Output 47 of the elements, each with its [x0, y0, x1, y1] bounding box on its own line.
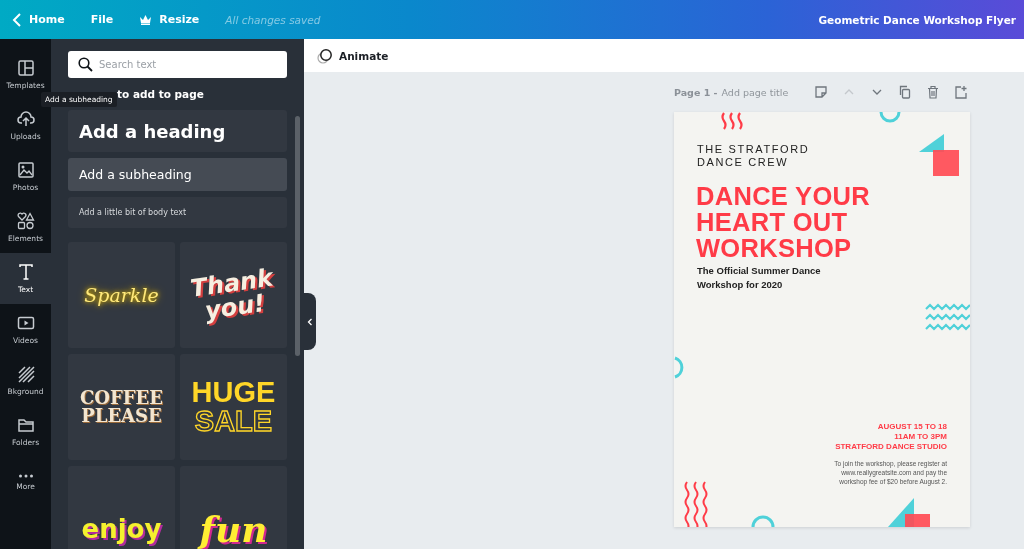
- page-number: Page 1 -: [674, 86, 718, 98]
- add-subheading-button[interactable]: Add a subheading: [68, 158, 287, 191]
- text-style-tile[interactable]: HUGE SALE: [180, 354, 287, 460]
- document-title[interactable]: Geometric Dance Workshop Flyer: [818, 13, 1016, 26]
- ring-drawing: [751, 515, 775, 527]
- panel-title: to add to page: [117, 88, 204, 100]
- save-status: All changes saved: [225, 13, 321, 26]
- text-style-tile[interactable]: Sparkle: [68, 242, 175, 348]
- text-style-tile[interactable]: fun: [180, 466, 287, 549]
- chevron-left-icon: [12, 12, 22, 27]
- more-icon: [16, 474, 35, 478]
- collapse-panel-handle[interactable]: [304, 293, 316, 350]
- animate-button[interactable]: Animate: [317, 47, 389, 64]
- note-icon[interactable]: [814, 85, 828, 99]
- wavy-lines-drawing: [684, 481, 708, 527]
- crown-icon: [139, 14, 153, 25]
- flyer-event-details: AUGUST 15 TO 18 11AM TO 3PM STRATFORD DANCE STUDIO: [835, 422, 947, 452]
- add-page-icon[interactable]: [954, 85, 968, 99]
- text-icon: [16, 263, 35, 281]
- add-heading-button[interactable]: Add a heading: [68, 110, 287, 152]
- folder-icon: [16, 416, 35, 434]
- text-style-tile[interactable]: Thank you!: [180, 242, 287, 348]
- half-ring-drawing: [674, 356, 684, 379]
- search-icon: [78, 57, 93, 72]
- layout-icon: [16, 59, 35, 77]
- video-icon: [16, 314, 35, 332]
- ring-drawing: [879, 112, 901, 123]
- text-style-tile[interactable]: COFFEE PLEASE: [68, 354, 175, 460]
- animate-icon: [317, 47, 333, 64]
- zigzag-lines-drawing: [925, 303, 970, 331]
- flyer-crew-name: THE STRATFORD DANCE CREW: [697, 143, 810, 169]
- flyer-subtitle: The Official Summer Dance Workshop for 2020: [697, 264, 821, 292]
- copy-icon[interactable]: [898, 85, 912, 99]
- stripes-icon: [16, 365, 35, 383]
- scrollbar[interactable]: [295, 116, 300, 356]
- triangle-square-drawing: [919, 134, 959, 176]
- flyer-headline: DANCE YOUR HEART OUT WORKSHOP: [696, 183, 870, 261]
- cloud-upload-icon: [16, 110, 35, 128]
- shapes-icon: [16, 212, 35, 230]
- search-field[interactable]: Search text: [68, 51, 287, 78]
- trash-icon[interactable]: [926, 85, 940, 99]
- squiggle-lines-drawing: [721, 112, 743, 130]
- add-body-text-button[interactable]: Add a little bit of body text: [68, 197, 287, 228]
- triangle-square-drawing: [888, 498, 930, 527]
- image-icon: [16, 161, 35, 179]
- flyer-page[interactable]: [674, 112, 970, 527]
- text-style-tile[interactable]: enjoy: [68, 466, 175, 549]
